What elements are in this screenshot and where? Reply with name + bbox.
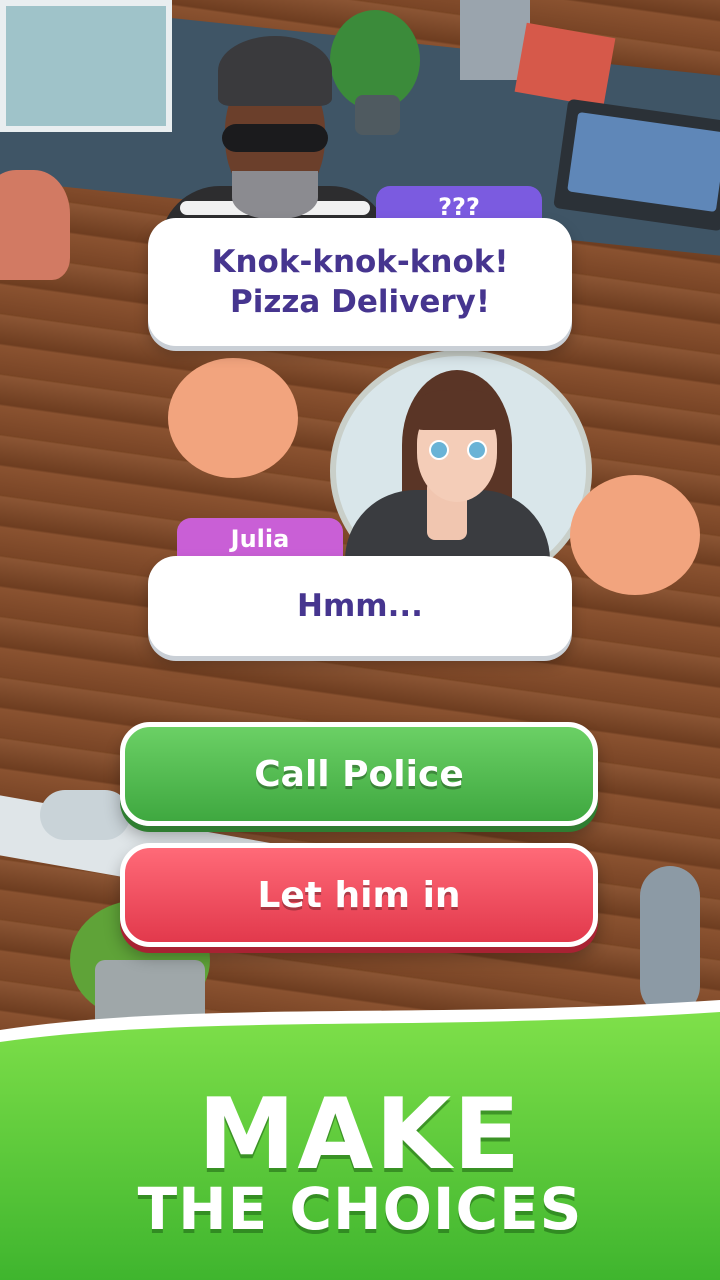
let-him-in-button[interactable]: Let him in [120, 843, 598, 947]
speaker-name-tag: Julia [177, 518, 343, 560]
cups [40, 790, 130, 840]
eye [429, 440, 449, 460]
dialogue-line: Knok-knok-knok! [211, 244, 509, 280]
eye-mask [222, 124, 328, 152]
julia-character [345, 370, 550, 560]
pouf [570, 475, 700, 595]
eye [467, 440, 487, 460]
beanie-hat [218, 36, 332, 106]
speech-bubble: Hmm... [148, 556, 572, 656]
dialogue-line: Pizza Delivery! [229, 284, 491, 320]
beard [232, 171, 318, 219]
speech-bubble: Knok-knok-knok! Pizza Delivery! [148, 218, 572, 346]
window [0, 0, 172, 132]
julia-bangs [415, 390, 499, 430]
dialogue-line: Hmm... [297, 588, 423, 624]
banner-subheadline: THE CHOICES [137, 1175, 583, 1243]
floor-vase [640, 866, 700, 1016]
pouf [168, 358, 298, 478]
call-police-button[interactable]: Call Police [120, 722, 598, 826]
armchair [0, 170, 70, 280]
burglar-character [160, 36, 390, 246]
